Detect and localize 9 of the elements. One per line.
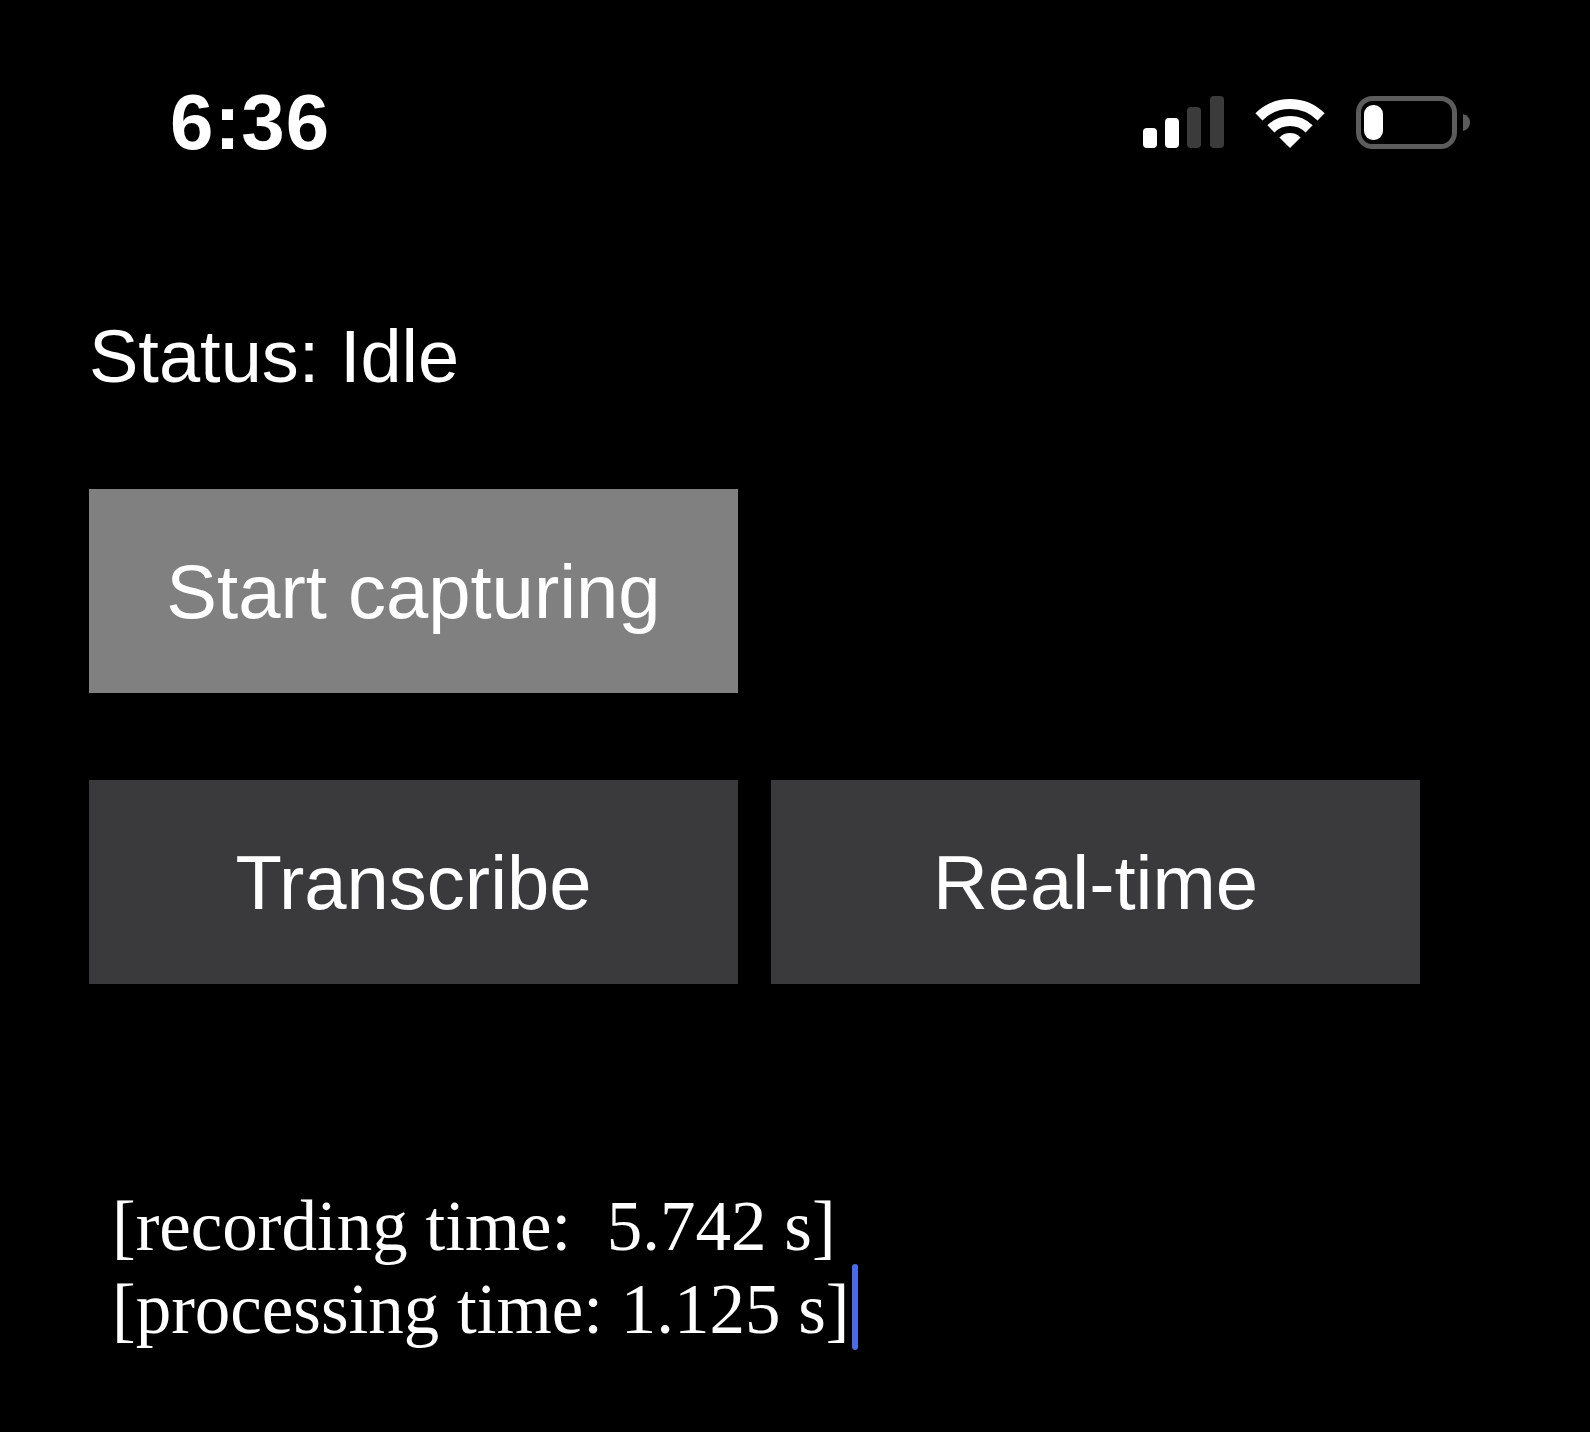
battery-icon xyxy=(1356,95,1470,149)
action-button[interactable]: Start capturing xyxy=(89,489,738,693)
action-button[interactable]: Real-time xyxy=(771,780,1420,984)
output-text-view[interactable]: [recording time: 5.742 s] [processing time: 1.125 s] xyxy=(112,1189,858,1350)
cellular-signal-icon xyxy=(1143,96,1224,148)
wifi-icon xyxy=(1255,96,1325,148)
action-button[interactable]: Transcribe xyxy=(89,780,738,984)
clock-time: 6:36 xyxy=(170,85,331,159)
status-text: Status: Idle xyxy=(89,320,460,394)
